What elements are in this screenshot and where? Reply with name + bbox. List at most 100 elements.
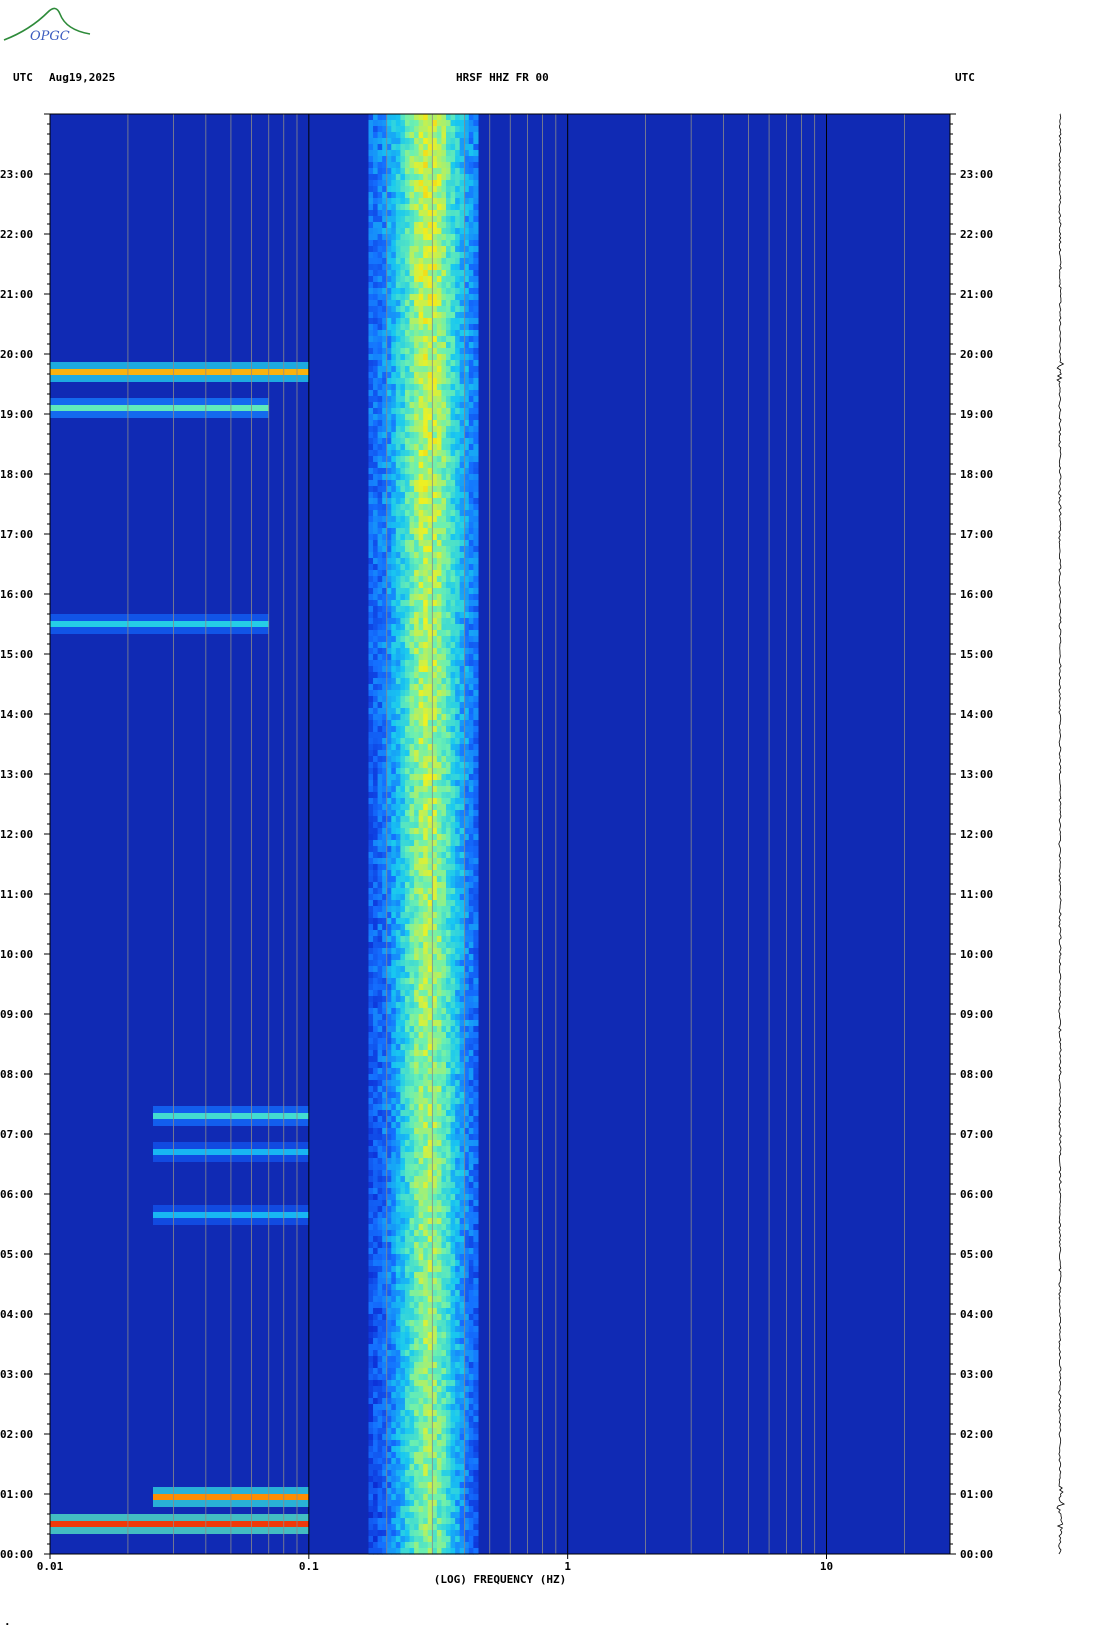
heatmap-cell <box>409 366 415 373</box>
heatmap-cell <box>414 354 420 361</box>
heatmap-cell <box>377 1332 383 1339</box>
heatmap-cell <box>377 264 383 271</box>
heatmap-cell <box>441 744 447 751</box>
heatmap-cell <box>377 918 383 925</box>
heatmap-cell <box>391 1290 397 1297</box>
heatmap-cell <box>414 1224 420 1231</box>
heatmap-cell <box>450 582 456 589</box>
heatmap-cell <box>473 762 479 769</box>
heatmap-cell <box>400 342 406 349</box>
heatmap-cell <box>423 150 429 157</box>
heatmap-cell <box>391 450 397 457</box>
heatmap-cell <box>418 516 424 523</box>
heatmap-cell <box>409 942 415 949</box>
heatmap-cell <box>404 402 411 409</box>
heatmap-cell <box>468 696 474 703</box>
heatmap-cell <box>418 954 424 961</box>
heatmap-cell <box>441 906 447 913</box>
heatmap-cell <box>391 894 397 901</box>
heatmap-cell <box>373 984 379 991</box>
heatmap-cell <box>432 360 438 367</box>
heatmap-cell <box>395 1284 401 1291</box>
heatmap-cell <box>418 1302 424 1309</box>
heatmap-cell <box>455 612 461 619</box>
heatmap-cell <box>473 402 479 409</box>
heatmap-cell <box>395 948 401 955</box>
heatmap-cell <box>450 1044 456 1051</box>
heatmap-cell <box>459 930 465 937</box>
heatmap-cell <box>450 594 456 601</box>
heatmap-cell <box>468 900 474 907</box>
heatmap-cell <box>468 234 474 241</box>
heatmap-cell <box>445 1092 452 1099</box>
heatmap-cell <box>414 1128 420 1135</box>
heatmap-cell <box>368 288 374 295</box>
heatmap-cell <box>404 846 411 853</box>
heatmap-cell <box>445 1272 452 1279</box>
heatmap-cell <box>418 1338 424 1345</box>
heatmap-cell <box>386 366 392 373</box>
heatmap-cell <box>445 1218 452 1225</box>
heatmap-cell <box>459 1158 465 1165</box>
heatmap-cell <box>441 930 447 937</box>
heatmap-cell <box>468 156 474 163</box>
heatmap-cell <box>423 954 429 961</box>
heatmap-cell <box>423 666 429 673</box>
heatmap-cell <box>368 378 374 385</box>
heatmap-cell <box>391 912 397 919</box>
heatmap-cell <box>409 1002 415 1009</box>
heatmap-cell <box>409 858 415 865</box>
heatmap-cell <box>373 618 379 625</box>
heatmap-cell <box>409 396 415 403</box>
heatmap-cell <box>432 798 438 805</box>
heatmap-cell <box>386 588 392 595</box>
heatmap-cell <box>409 210 415 217</box>
heatmap-cell <box>441 1014 447 1021</box>
heatmap-cell <box>377 540 383 547</box>
heatmap-cell <box>373 1218 379 1225</box>
heatmap-cell <box>455 606 461 613</box>
heatmap-cell <box>423 1104 429 1111</box>
heatmap-cell <box>441 570 447 577</box>
heatmap-cell <box>409 594 415 601</box>
heatmap-cell <box>377 1104 383 1111</box>
heatmap-cell <box>400 1014 406 1021</box>
heatmap-cell <box>368 1266 374 1273</box>
heatmap-cell <box>368 462 374 469</box>
heatmap-cell <box>404 1104 411 1111</box>
heatmap-cell <box>368 234 374 241</box>
heatmap-cell <box>459 270 465 277</box>
heatmap-cell <box>423 1002 429 1009</box>
heatmap-cell <box>414 1254 420 1261</box>
heatmap-cell <box>473 1122 479 1129</box>
heatmap-cell <box>450 660 456 667</box>
heatmap-cell <box>473 582 479 589</box>
heatmap-cell <box>404 1098 411 1105</box>
heatmap-cell <box>441 594 447 601</box>
heatmap-cell <box>445 1128 452 1135</box>
heatmap-cell <box>386 378 392 385</box>
heatmap-cell <box>459 1134 465 1141</box>
heatmap-cell <box>400 1332 406 1339</box>
heatmap-cell <box>450 798 456 805</box>
heatmap-cell <box>436 1092 443 1099</box>
heatmap-cell <box>395 1254 401 1261</box>
heatmap-cell <box>436 792 443 799</box>
heatmap-cell <box>468 882 474 889</box>
heatmap-cell <box>473 966 479 973</box>
heatmap-cell <box>473 1116 479 1123</box>
heatmap-cell <box>423 1278 429 1285</box>
heatmap-cell <box>395 216 401 223</box>
heatmap-cell <box>391 966 397 973</box>
heatmap-cell <box>373 990 379 997</box>
heatmap-cell <box>400 504 406 511</box>
heatmap-cell <box>386 948 392 955</box>
heatmap-cell <box>436 414 443 421</box>
heatmap-cell <box>409 1032 415 1039</box>
heatmap-cell <box>368 246 374 253</box>
heatmap-cell <box>450 732 456 739</box>
heatmap-cell <box>377 1098 383 1105</box>
heatmap-cell <box>468 912 474 919</box>
heatmap-cell <box>436 426 443 433</box>
heatmap-cell <box>373 300 379 307</box>
